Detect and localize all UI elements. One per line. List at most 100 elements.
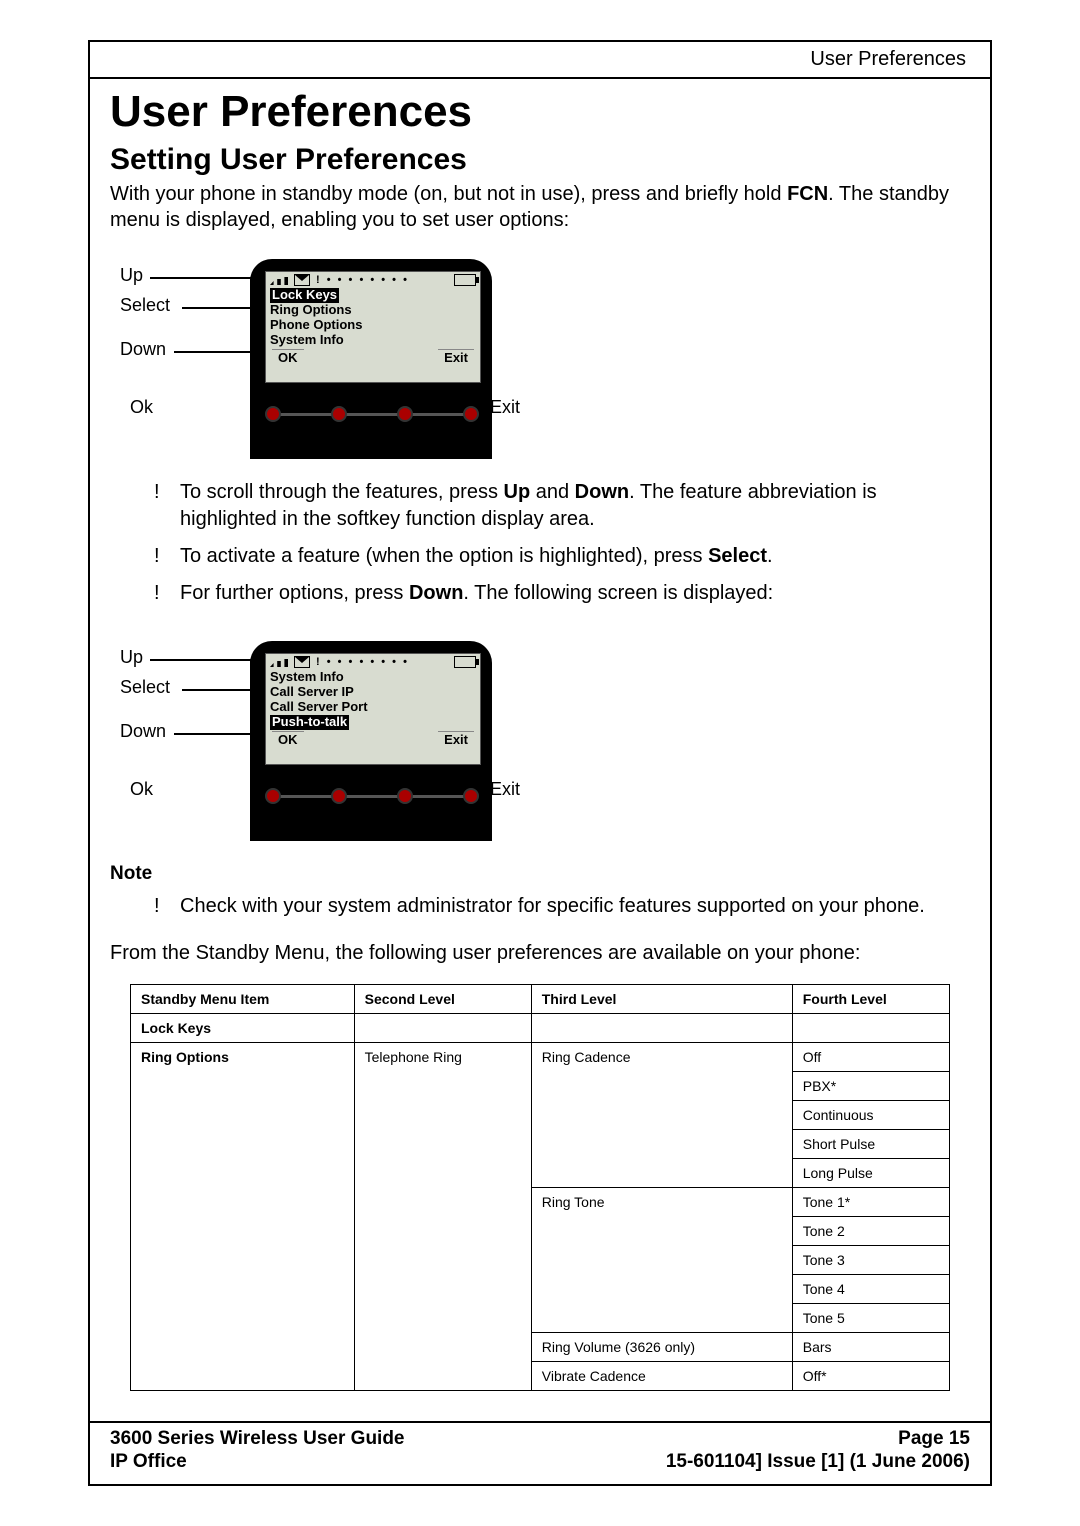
table-cell (792, 1014, 949, 1043)
softkey-left: OK (272, 731, 304, 747)
key-dot (397, 788, 413, 804)
table-cell (354, 1130, 531, 1159)
signal-icon (270, 657, 288, 667)
table-cell: PBX* (792, 1072, 949, 1101)
key-dot (265, 788, 281, 804)
after-note-paragraph: From the Standby Menu, the following use… (110, 940, 970, 966)
intro-paragraph: With your phone in standby mode (on, but… (110, 181, 970, 233)
table-cell: Ring Options (131, 1043, 355, 1072)
content-frame: User Preferences User Preferences Settin… (88, 40, 992, 1486)
phone-screen: ! • • • • • • • • Lock Keys Ring Options… (265, 271, 481, 383)
key-dot (397, 406, 413, 422)
menu-item: System Info (270, 670, 476, 685)
table-cell (531, 1072, 792, 1101)
menu-item: Call Server IP (270, 685, 476, 700)
table-cell: Tone 5 (792, 1304, 949, 1333)
col-header: Second Level (354, 985, 531, 1014)
table-cell: Short Pulse (792, 1130, 949, 1159)
col-header: Fourth Level (792, 985, 949, 1014)
table-cell (531, 1101, 792, 1130)
key-dot (331, 788, 347, 804)
table-row: Vibrate CadenceOff* (131, 1362, 950, 1391)
table-cell (531, 1159, 792, 1188)
mail-icon (294, 274, 310, 286)
figure-standby-menu-1: ! • • • • • • • • Lock Keys Ring Options… (110, 249, 530, 469)
table-cell: Long Pulse (792, 1159, 949, 1188)
figure-standby-menu-2: ! • • • • • • • • System Info Call Serve… (110, 631, 530, 851)
table-row: PBX* (131, 1072, 950, 1101)
key-dot (463, 788, 479, 804)
footer-guide-title: 3600 Series Wireless User Guide (110, 1427, 405, 1451)
note-list: Check with your system administrator for… (110, 893, 970, 930)
page-title: User Preferences (110, 87, 970, 137)
preferences-table: Standby Menu Item Second Level Third Lev… (130, 984, 950, 1391)
callout-ok: Ok (130, 779, 153, 800)
status-dots: ! • • • • • • • • (316, 274, 448, 286)
rule-top (90, 77, 990, 79)
table-cell (354, 1188, 531, 1217)
table-cell: Lock Keys (131, 1014, 355, 1043)
callout-exit: Exit (490, 397, 520, 418)
table-row: Long Pulse (131, 1159, 950, 1188)
menu-item: System Info (270, 333, 476, 348)
key-bar (265, 781, 479, 811)
table-cell (531, 1275, 792, 1304)
table-cell (531, 1014, 792, 1043)
callout-ok: Ok (130, 397, 153, 418)
phone-screen: ! • • • • • • • • System Info Call Serve… (265, 653, 481, 765)
table-cell: Bars (792, 1333, 949, 1362)
running-header: User Preferences (110, 42, 970, 75)
table-cell (354, 1275, 531, 1304)
table-row: Ring Volume (3626 only)Bars (131, 1333, 950, 1362)
footer-doc-id: 15-601104] Issue [1] (1 June 2006) (666, 1450, 970, 1474)
table-cell (354, 1362, 531, 1391)
page: User Preferences User Preferences Settin… (0, 0, 1080, 1526)
table-cell (354, 1101, 531, 1130)
footer-rule (90, 1421, 990, 1423)
table-cell (131, 1275, 355, 1304)
table-header-row: Standby Menu Item Second Level Third Lev… (131, 985, 950, 1014)
table-cell: Off (792, 1043, 949, 1072)
table-row: Lock Keys (131, 1014, 950, 1043)
menu-item: Call Server Port (270, 700, 476, 715)
callout-exit: Exit (490, 779, 520, 800)
table-cell (131, 1159, 355, 1188)
battery-icon (454, 656, 476, 668)
softkey-row: OK Exit (266, 730, 480, 747)
table-cell (354, 1304, 531, 1333)
menu-item: Lock Keys (270, 288, 339, 303)
key-dot (463, 406, 479, 422)
menu-list: Lock Keys Ring Options Phone Options Sys… (266, 288, 480, 348)
footer-product: IP Office (110, 1450, 187, 1474)
battery-icon (454, 274, 476, 286)
table-cell: Continuous (792, 1101, 949, 1130)
intro-text-a: With your phone in standby mode (on, but… (110, 183, 787, 205)
col-header: Standby Menu Item (131, 985, 355, 1014)
table-cell: Tone 1* (792, 1188, 949, 1217)
softkey-row: OK Exit (266, 348, 480, 365)
callout-down: Down (120, 721, 166, 742)
key-bar (265, 399, 479, 429)
callout-select: Select (120, 295, 170, 316)
table-cell (131, 1217, 355, 1246)
table-row: Short Pulse (131, 1130, 950, 1159)
list-item: For further options, press Down. The fol… (110, 580, 970, 607)
table-row: Tone 2 (131, 1217, 950, 1246)
table-cell: Ring Volume (3626 only) (531, 1333, 792, 1362)
table-cell (354, 1072, 531, 1101)
table-cell (354, 1217, 531, 1246)
softkey-right: Exit (438, 349, 474, 365)
table-cell: Vibrate Cadence (531, 1362, 792, 1391)
table-cell (131, 1188, 355, 1217)
table-cell (354, 1014, 531, 1043)
status-dots: ! • • • • • • • • (316, 656, 448, 668)
signal-icon (270, 275, 288, 285)
list-item: To scroll through the features, press Up… (110, 479, 970, 533)
key-dot (331, 406, 347, 422)
table-row: Continuous (131, 1101, 950, 1130)
table-cell: Telephone Ring (354, 1043, 531, 1072)
table-cell (354, 1333, 531, 1362)
callout-select: Select (120, 677, 170, 698)
table-cell (354, 1246, 531, 1275)
callout-down: Down (120, 339, 166, 360)
